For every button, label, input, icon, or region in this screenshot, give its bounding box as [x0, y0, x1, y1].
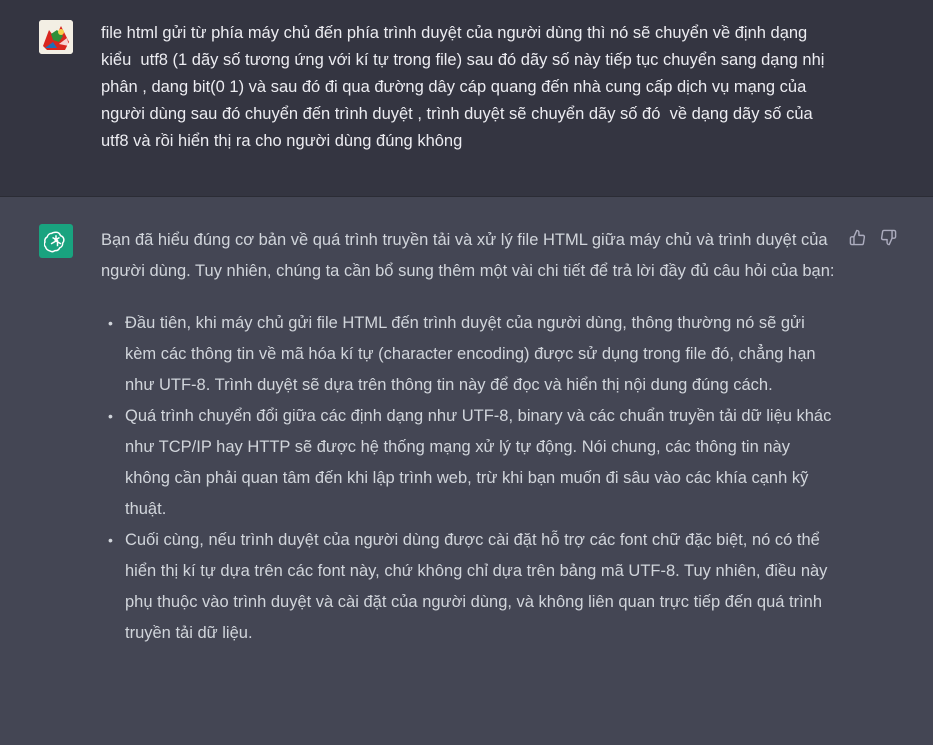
assistant-intro-text: Bạn đã hiểu đúng cơ bản về quá trình tru… — [101, 231, 835, 280]
list-item: • Cuối cùng, nếu trình duyệt của người d… — [108, 525, 836, 649]
bullet-icon: • — [108, 315, 113, 331]
bullet-text: Quá trình chuyển đổi giữa các định dạng … — [125, 407, 832, 518]
bullet-text: Đầu tiên, khi máy chủ gửi file HTML đến … — [125, 314, 816, 394]
thumbs-down-icon — [880, 229, 896, 245]
openai-logo-icon — [44, 231, 65, 253]
bullet-text: Cuối cùng, nếu trình duyệt của người dùn… — [125, 531, 828, 642]
bullet-icon: • — [108, 408, 113, 424]
user-avatar-image — [39, 20, 73, 54]
thumbs-up-button[interactable] — [847, 227, 867, 247]
user-message-text: file html gửi từ phía máy chủ đến phía t… — [101, 24, 830, 150]
user-message-row: file html gửi từ phía máy chủ đến phía t… — [0, 0, 933, 197]
list-item: • Quá trình chuyển đổi giữa các định dạn… — [108, 401, 836, 525]
assistant-avatar — [39, 224, 73, 258]
assistant-message-content: Bạn đã hiểu đúng cơ bản về quá trình tru… — [101, 225, 836, 649]
user-avatar — [39, 20, 73, 54]
thumbs-down-button[interactable] — [878, 227, 898, 247]
list-item: • Đầu tiên, khi máy chủ gửi file HTML đế… — [108, 308, 836, 401]
thumbs-up-icon — [849, 229, 865, 245]
assistant-message-row: Bạn đã hiểu đúng cơ bản về quá trình tru… — [0, 197, 933, 745]
bullet-icon: • — [108, 532, 113, 548]
assistant-bullet-list: • Đầu tiên, khi máy chủ gửi file HTML đế… — [101, 308, 836, 649]
